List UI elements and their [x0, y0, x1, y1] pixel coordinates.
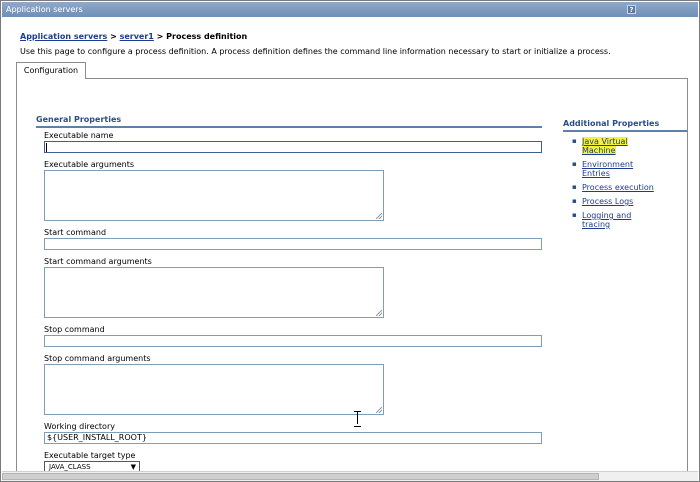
- executable-name-input[interactable]: [44, 141, 542, 153]
- bullet-icon: ▪: [572, 197, 577, 205]
- tab-configuration[interactable]: Configuration: [16, 62, 86, 79]
- general-properties-title: General Properties: [36, 115, 542, 128]
- additional-properties-list: ▪ Java Virtual Machine ▪ Environment Entri…: [572, 137, 687, 234]
- link-process-logs[interactable]: Process Logs: [582, 197, 633, 206]
- list-item: ▪ Environment Entries: [572, 160, 687, 178]
- start-command-label: Start command: [44, 228, 107, 237]
- executable-name-label: Executable name: [44, 131, 114, 140]
- resize-grip-icon[interactable]: [376, 310, 382, 316]
- executable-arguments-label: Executable arguments: [44, 160, 135, 169]
- bullet-icon: ▪: [572, 183, 577, 191]
- link-environment-entries[interactable]: Environment Entries: [582, 160, 633, 178]
- link-text: Entries: [582, 169, 610, 178]
- start-command-arguments-label: Start command arguments: [44, 257, 152, 266]
- list-item: ▪ Process execution: [572, 183, 687, 192]
- link-process-execution[interactable]: Process execution: [582, 183, 654, 192]
- breadcrumb-separator: >: [107, 32, 120, 41]
- bullet-icon: ▪: [572, 211, 577, 219]
- breadcrumb-link-application-servers[interactable]: Application servers: [20, 32, 107, 41]
- additional-properties-title: Additional Properties: [563, 119, 687, 132]
- list-item: ▪ Java Virtual Machine: [572, 137, 687, 155]
- link-text: Machine: [582, 146, 616, 155]
- executable-target-type-value: JAVA_CLASS: [49, 463, 91, 471]
- link-text: tracing: [582, 220, 611, 229]
- link-java-virtual-machine[interactable]: Java Virtual Machine: [582, 137, 628, 155]
- resize-grip-icon[interactable]: [376, 407, 382, 413]
- stop-command-label: Stop command: [44, 325, 105, 334]
- bullet-icon: ▪: [572, 137, 577, 145]
- bullet-icon: ▪: [572, 160, 577, 168]
- executable-arguments-textarea[interactable]: [44, 170, 384, 221]
- executable-target-type-label: Executable target type: [44, 451, 136, 460]
- working-directory-input[interactable]: ${USER_INSTALL_ROOT}: [44, 432, 542, 444]
- link-text: Java Virtual: [582, 137, 628, 146]
- start-command-input[interactable]: [44, 238, 542, 250]
- link-text: Environment: [582, 160, 634, 169]
- help-icon[interactable]: ?: [627, 5, 636, 14]
- breadcrumb-link-server1[interactable]: server1: [120, 32, 154, 41]
- link-logging-and-tracing[interactable]: Logging and tracing: [582, 211, 631, 229]
- page-description: Use this page to configure a process def…: [20, 47, 611, 56]
- link-text: Logging and: [582, 211, 632, 220]
- list-item: ▪ Process Logs: [572, 197, 687, 206]
- breadcrumb-current: Process definition: [166, 32, 248, 41]
- start-command-arguments-textarea[interactable]: [44, 267, 384, 318]
- scrollbar-thumb[interactable]: [2, 473, 599, 480]
- horizontal-scrollbar[interactable]: [2, 471, 698, 481]
- working-directory-label: Working directory: [44, 422, 115, 431]
- stop-command-arguments-label: Stop command arguments: [44, 354, 151, 363]
- breadcrumb: Application servers > server1 > Process …: [20, 32, 247, 41]
- breadcrumb-separator: >: [153, 32, 167, 41]
- ibeam-cursor-icon: [354, 411, 361, 427]
- resize-grip-icon[interactable]: [376, 213, 382, 219]
- application-window: Application servers ? Application server…: [0, 0, 700, 482]
- stop-command-arguments-textarea[interactable]: [44, 364, 384, 415]
- text-caret: [46, 143, 47, 152]
- configuration-panel: General Properties Executable name Execu…: [16, 78, 688, 478]
- window-title: Application servers: [6, 5, 83, 14]
- list-item: ▪ Logging and tracing: [572, 211, 687, 229]
- title-bar: Application servers ?: [2, 2, 698, 17]
- stop-command-input[interactable]: [44, 335, 542, 347]
